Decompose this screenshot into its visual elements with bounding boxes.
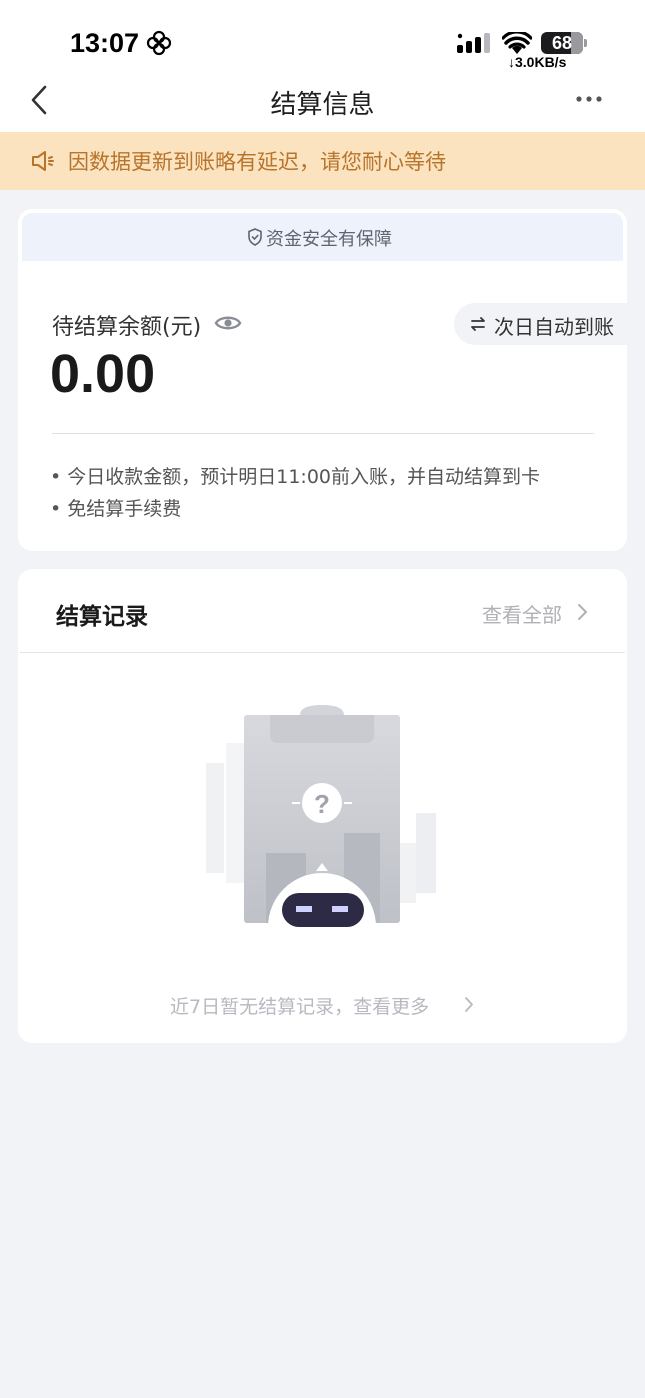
page-title: 结算信息 xyxy=(270,90,375,120)
empty-records-text[interactable]: 近7日暂无结算记录，查看更多 xyxy=(170,992,429,1019)
flower-icon xyxy=(146,30,172,56)
chevron-right-icon[interactable] xyxy=(464,996,474,1013)
battery-level: 68 xyxy=(551,33,573,53)
auto-settle-label: 次日自动到账 xyxy=(494,315,614,339)
more-icon[interactable] xyxy=(574,94,604,104)
empty-clipboard-illustration: ? xyxy=(206,705,436,927)
records-title: 结算记录 xyxy=(56,604,148,630)
safety-strip: 资金安全有保障 xyxy=(22,213,623,261)
note-item: • 今日收款金额，预计明日11:00前入账，并自动结算到卡 xyxy=(50,466,541,488)
chevron-right-icon[interactable] xyxy=(576,603,588,621)
speaker-icon xyxy=(32,151,54,171)
notice-text: 因数据更新到账略有延迟，请您耐心等待 xyxy=(68,150,446,174)
nav-bar: 结算信息 xyxy=(0,70,645,132)
battery-icon: 68 xyxy=(541,32,587,54)
svg-text:?: ? xyxy=(314,789,330,819)
signal-icon xyxy=(457,33,490,53)
status-time: 13:07 xyxy=(70,28,140,58)
note-item: • 免结算手续费 xyxy=(50,498,182,520)
balance-amount: 0.00 xyxy=(50,344,156,404)
network-speed: ↓3.0KB/s xyxy=(508,54,567,70)
notice-banner: 因数据更新到账略有延迟，请您耐心等待 xyxy=(0,132,645,190)
balance-label: 待结算余额(元) xyxy=(52,315,202,340)
shield-icon xyxy=(248,228,262,246)
divider xyxy=(52,433,594,434)
swap-icon xyxy=(471,317,485,331)
safety-text: 资金安全有保障 xyxy=(266,229,392,250)
balance-card: 资金安全有保障 待结算余额(元) 次日自动到账 0.00 • 今日收款金额，预计… xyxy=(18,209,627,551)
wifi-icon xyxy=(502,32,532,54)
view-all-link[interactable]: 查看全部 xyxy=(482,599,562,628)
auto-settle-button[interactable]: 次日自动到账 xyxy=(454,303,627,345)
divider xyxy=(20,652,625,653)
status-bar: 13:07 68 ↓3.0KB/s xyxy=(0,0,645,80)
settlement-records-card: 结算记录 查看全部 ? 近7日暂无结算记录，查看更多 xyxy=(18,569,627,1043)
eye-icon[interactable] xyxy=(214,313,242,333)
